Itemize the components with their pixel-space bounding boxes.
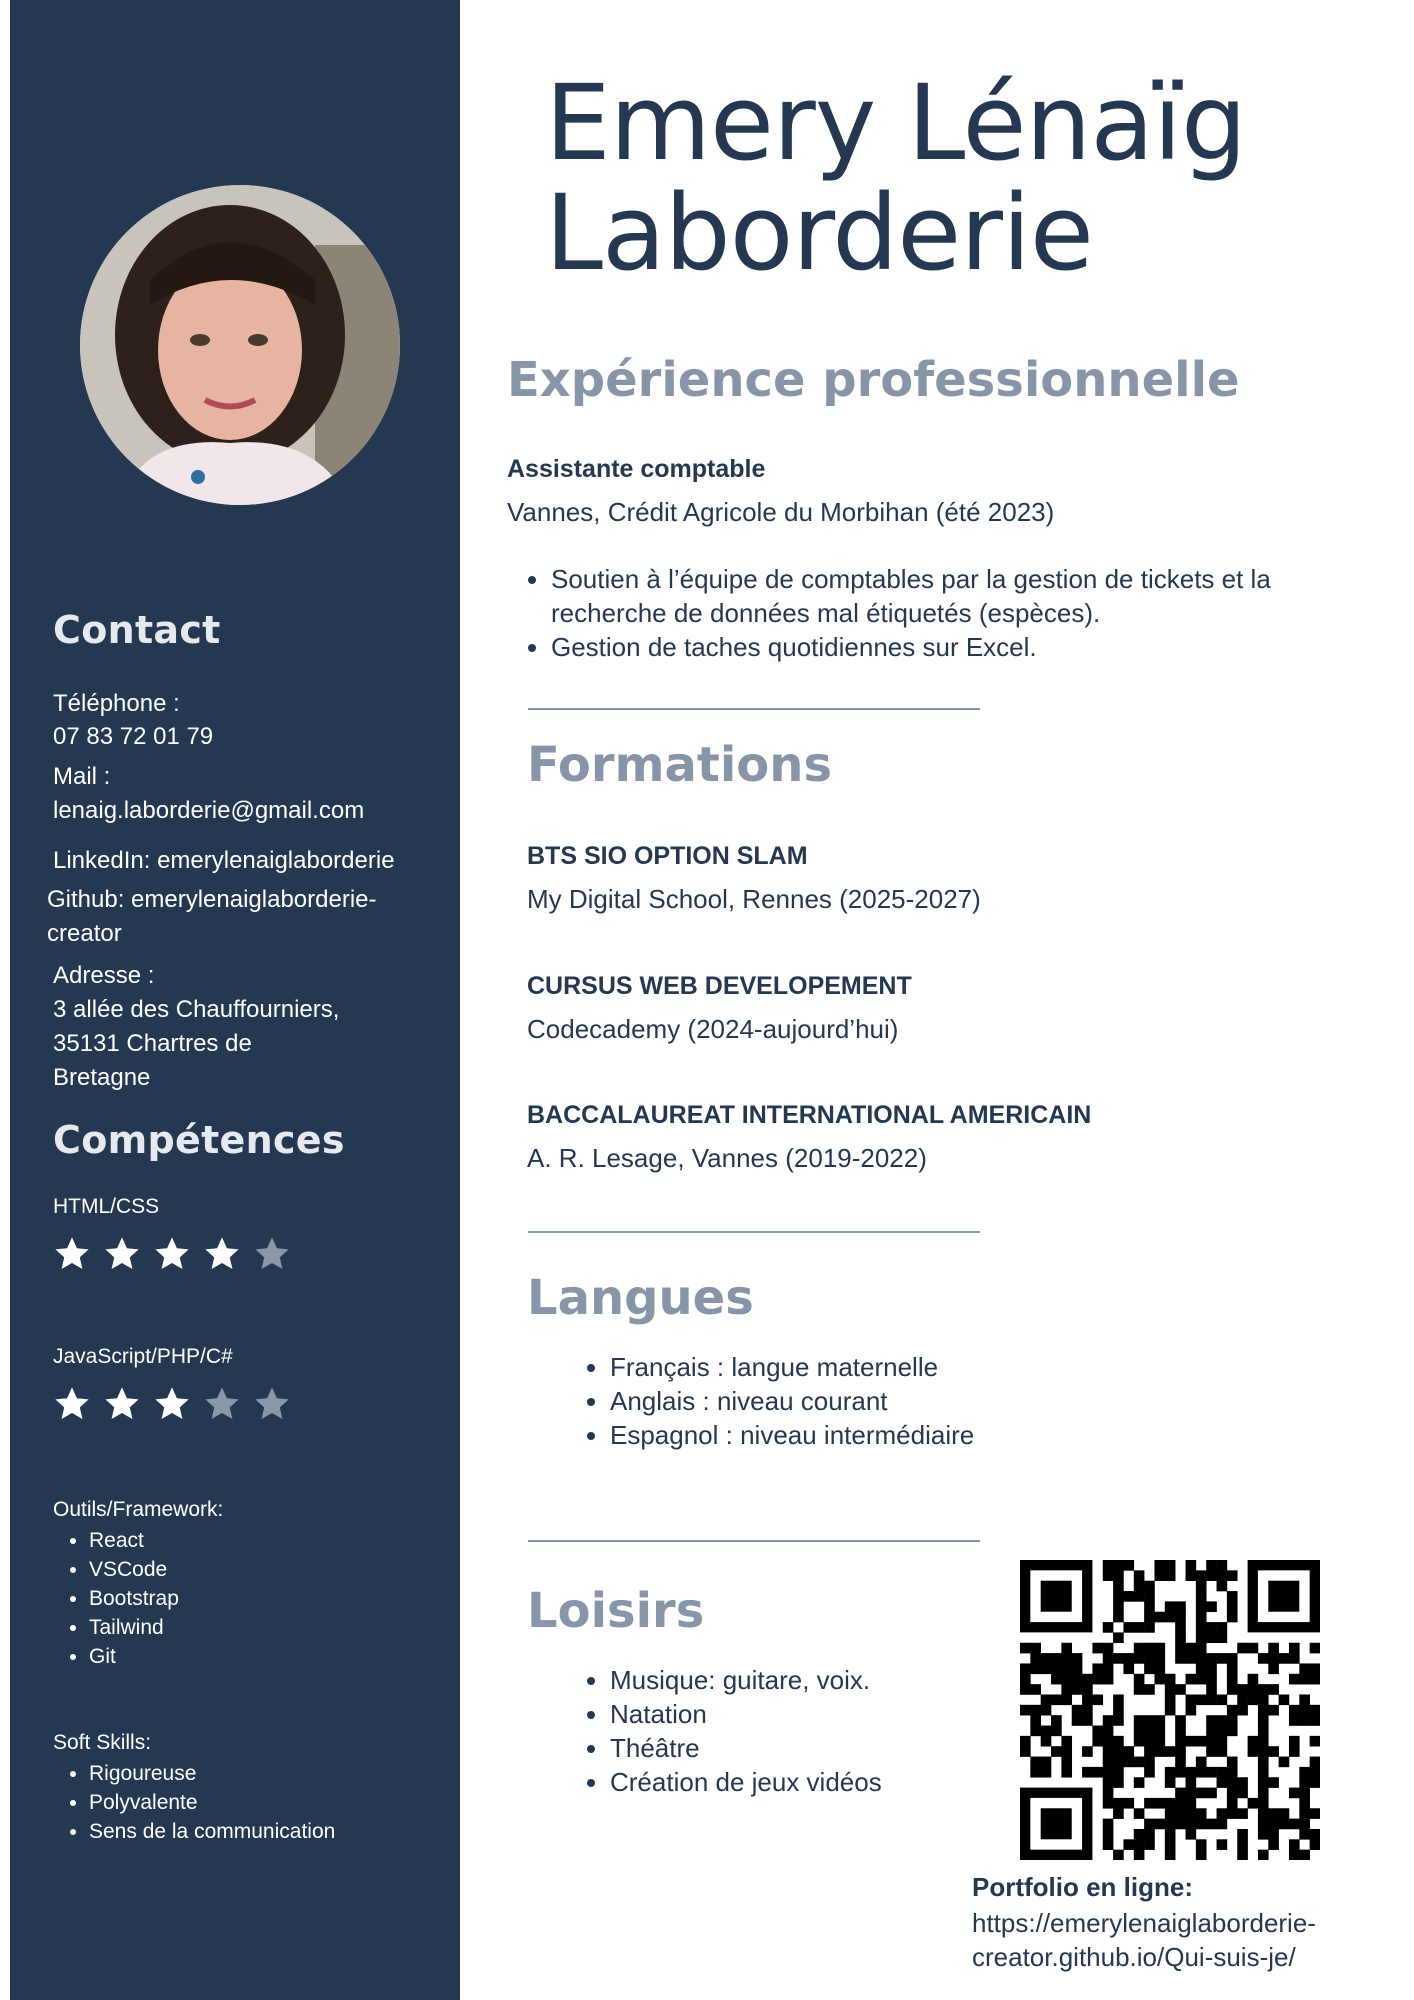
portfolio-link[interactable]: https://emerylenaiglaborderie-creator.gi… [972,1906,1392,1974]
address-label: Adresse : [53,962,155,989]
list-item: VSCode [89,1555,179,1584]
skill-label-html-css: HTML/CSS [53,1195,160,1218]
formation-detail-1: My Digital School, Rennes (2025-2027) [527,884,981,914]
tools-list: React VSCode Bootstrap Tailwind Git [53,1526,179,1671]
star-icon [255,1387,289,1420]
list-item: Soutien à l’équipe de comptables par la … [551,562,1391,630]
list-item: Anglais : niveau courant [610,1384,974,1418]
skill-rating-html-css [53,1235,291,1273]
list-item: Théâtre [610,1731,882,1765]
portrait-image [80,185,400,505]
formations-heading: Formations [527,737,833,793]
portfolio-label: Portfolio en ligne: [972,1872,1193,1902]
experience-heading: Expérience professionnelle [507,352,1240,408]
list-item: Bootstrap [89,1584,179,1613]
list-item: Création de jeux vidéos [610,1765,882,1799]
phone-value[interactable]: 07 83 72 01 79 [53,720,213,754]
section-divider [528,1540,980,1542]
formation-detail-3: A. R. Lesage, Vannes (2019-2022) [527,1143,927,1173]
section-divider [528,708,980,710]
langues-list: Français : langue maternelle Anglais : n… [566,1350,974,1452]
address-line-2: 35131 Chartres de [53,1030,252,1057]
list-item: Musique: guitare, voix. [610,1663,882,1697]
list-item: Git [89,1642,179,1671]
star-icon [55,1237,89,1270]
list-item: Espagnol : niveau intermédiaire [610,1418,974,1452]
section-divider [528,1231,980,1233]
profile-photo [80,185,400,505]
phone-label: Téléphone : [53,690,180,717]
skill-rating-js-php-cs [53,1385,291,1423]
star-icon [105,1387,139,1420]
address-line-1: 3 allée des Chauffourniers, [53,996,340,1023]
formation-title-3: BACCALAUREAT INTERNATIONAL AMERICAIN [527,1101,1092,1129]
star-icon [205,1387,239,1420]
formation-title-2: CURSUS WEB DEVELOPEMENT [527,972,912,1000]
star-icon [205,1237,239,1270]
loisirs-heading: Loisirs [527,1583,705,1639]
loisirs-list: Musique: guitare, voix. Natation Théâtre… [566,1663,882,1799]
mail-value[interactable]: lenaig.laborderie@gmail.com [53,794,364,828]
list-item: Sens de la communication [89,1817,335,1846]
list-item: Polyvalente [89,1788,335,1817]
star-icon [155,1237,189,1270]
star-icon [155,1387,189,1420]
star-icon [255,1237,289,1270]
list-item: React [89,1526,179,1555]
tools-label: Outils/Framework: [53,1498,224,1521]
skill-label-js-php-cs: JavaScript/PHP/C# [53,1345,233,1368]
linkedin-link[interactable]: LinkedIn: emerylenaiglaborderie [53,844,395,878]
list-item: Tailwind [89,1613,179,1642]
github-link-line1[interactable]: Github: emerylenaiglaborderie- [47,883,377,917]
list-item: Rigoureuse [89,1759,335,1788]
full-name: Emery Lénaïg Laborderie [545,62,1247,294]
soft-skills-list: Rigoureuse Polyvalente Sens de la commun… [53,1759,335,1846]
experience-place: Vannes, Crédit Agricole du Morbihan (été… [507,497,1055,527]
formation-detail-2: Codecademy (2024-aujourd’hui) [527,1014,899,1044]
address-line-3: Bretagne [53,1064,151,1091]
experience-bullets: Soutien à l’équipe de comptables par la … [507,562,1391,664]
list-item: Gestion de taches quotidiennes sur Excel… [551,630,1391,664]
sidebar: Contact Téléphone : 07 83 72 01 79 Mail … [10,0,460,2000]
list-item: Français : langue maternelle [610,1350,974,1384]
soft-skills-label: Soft Skills: [53,1731,152,1754]
name-last: Laborderie [545,172,1094,294]
github-link-line2[interactable]: creator [47,917,122,951]
skills-heading: Compétences [53,1118,345,1162]
star-icon [105,1237,139,1270]
formation-title-1: BTS SIO OPTION SLAM [527,842,808,870]
portfolio-qr-code[interactable] [1020,1560,1320,1860]
langues-heading: Langues [527,1270,754,1326]
mail-label: Mail : [53,763,111,790]
list-item: Natation [610,1697,882,1731]
contact-heading: Contact [53,608,221,652]
experience-title: Assistante comptable [507,455,766,483]
name-first: Emery Lénaïg [545,62,1247,184]
star-icon [55,1387,89,1420]
